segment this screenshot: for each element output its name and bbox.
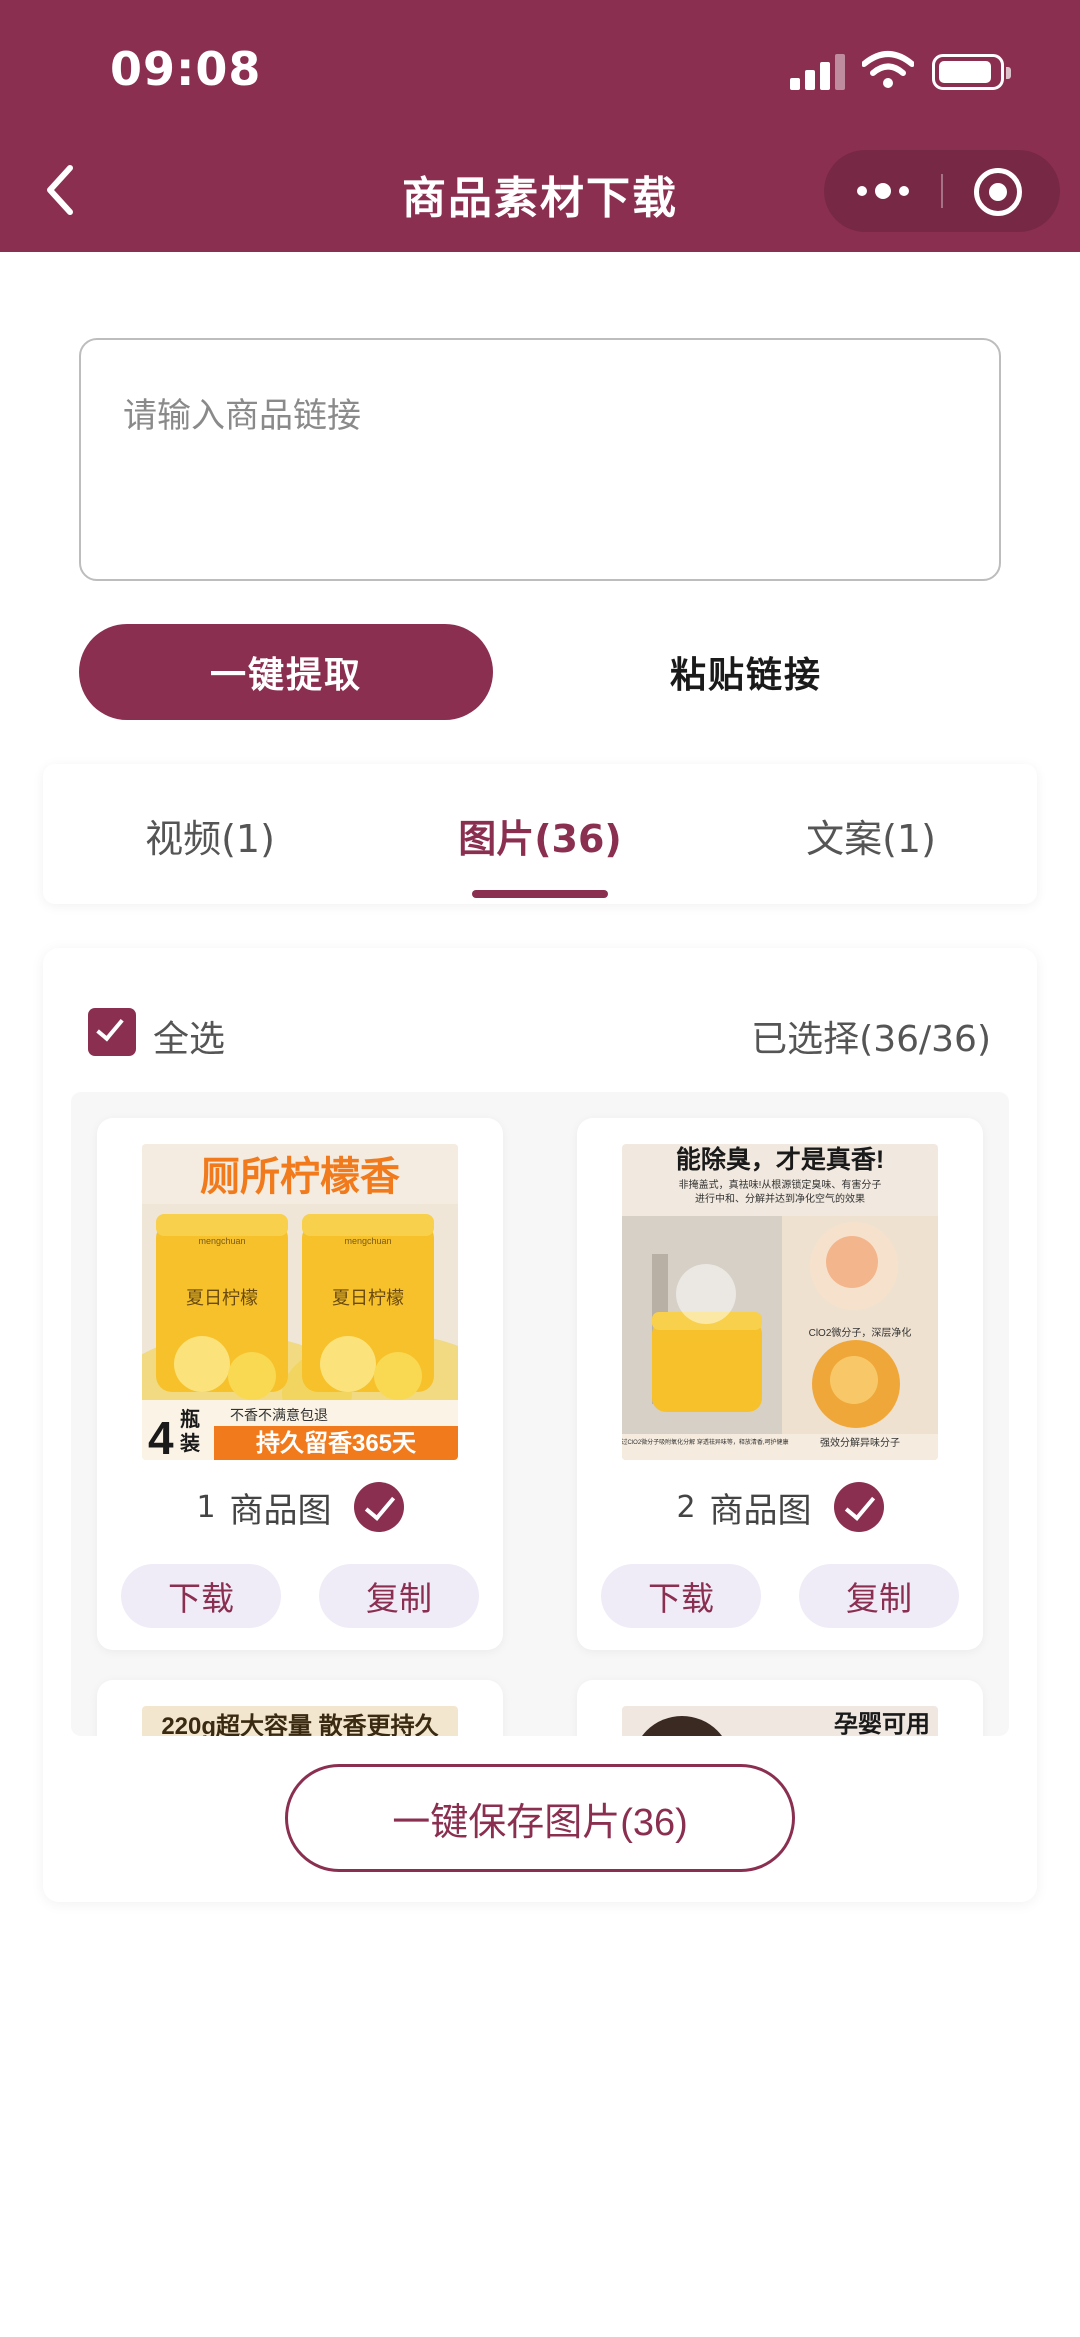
top-bar: 09:08 商品素材下载: [0, 0, 1080, 252]
thumb-pack-count: 4: [148, 1412, 174, 1460]
save-all-images-button[interactable]: 一键保存图片(36): [285, 1764, 795, 1872]
tab-copywriting[interactable]: 文案(1): [721, 808, 1021, 863]
image-card[interactable]: 孕婴可用: [577, 1680, 983, 1736]
thumb-molecule-1: ClO2微分子，深层净化: [809, 1326, 912, 1339]
image-card[interactable]: 220g超大容量 散香更持久: [97, 1680, 503, 1736]
thumb-pack-unit-1: 瓶: [180, 1407, 200, 1431]
capsule-divider: [941, 174, 943, 208]
extract-button[interactable]: 一键提取: [79, 624, 493, 720]
image-type-label: 商品图: [709, 1490, 812, 1531]
thumb-promise: 不香不满意包退: [230, 1407, 328, 1423]
image-grid[interactable]: 厕所柠檬香 mengchuan mengchuan 夏日柠檬 夏日柠檬 4 瓶 …: [71, 1092, 1009, 1736]
lemon-product-image: 厕所柠檬香 mengchuan mengchuan 夏日柠檬 夏日柠檬 4 瓶 …: [142, 1144, 458, 1460]
wifi-icon: [862, 51, 914, 88]
product-link-input[interactable]: [79, 338, 1001, 581]
thumb-subtitle-2: 进行中和、分解并达到净化空气的效果: [695, 1192, 865, 1205]
paste-link-button[interactable]: 粘贴链接: [600, 624, 892, 720]
check-icon: [96, 1012, 124, 1042]
thumb-product-name-2: 夏日柠檬: [332, 1288, 404, 1308]
thumb-headline: 孕婴可用: [834, 1711, 930, 1736]
image-index: 1: [196, 1489, 216, 1525]
selected-count: 已选择(36/36): [751, 1019, 991, 1060]
thumb-brand-2: mengchuan: [344, 1236, 391, 1246]
signal-icon: [790, 54, 846, 90]
thumb-pack-unit-2: 装: [179, 1431, 200, 1455]
capacity-product-image: 220g超大容量 散香更持久: [142, 1706, 458, 1736]
select-all-checkbox[interactable]: [88, 1008, 136, 1056]
thumb-brand: mengchuan: [198, 1236, 245, 1246]
status-time: 09:08: [110, 42, 262, 96]
image-selected-check-icon[interactable]: [833, 1482, 884, 1532]
image-card[interactable]: 能除臭，才是真香! 非掩盖式，真祛味!从根源锁定臭味、有害分子 进行中和、分解并…: [577, 1118, 983, 1650]
download-button[interactable]: 下载: [121, 1564, 281, 1628]
baby-safe-product-image: 孕婴可用: [622, 1706, 938, 1736]
image-caption: 2 商品图: [577, 1482, 983, 1532]
image-selected-check-icon[interactable]: [353, 1482, 404, 1532]
image-panel: 全选 已选择(36/36) 厕所柠檬香 mengchuan mengchuan …: [43, 948, 1037, 1902]
thumb-banner: 持久留香365天: [256, 1430, 416, 1457]
material-tabs: 视频(1) 图片(36) 文案(1): [43, 764, 1037, 904]
copy-button[interactable]: 复制: [319, 1564, 479, 1628]
product-image-thumbnail[interactable]: 孕婴可用: [622, 1706, 938, 1736]
deodorizer-product-image: 能除臭，才是真香! 非掩盖式，真祛味!从根源锁定臭味、有害分子 进行中和、分解并…: [622, 1144, 938, 1460]
thumb-subtitle-1: 非掩盖式，真祛味!从根源锁定臭味、有害分子: [679, 1178, 882, 1191]
thumb-note: 通过ClO2微分子吸附氧化分解 穿透祛异味等，释放清香,呵护健康: [622, 1438, 789, 1446]
image-caption: 1 商品图: [97, 1482, 503, 1532]
download-button[interactable]: 下载: [601, 1564, 761, 1628]
thumb-product-name: 夏日柠檬: [186, 1288, 258, 1308]
mini-program-capsule: [824, 150, 1060, 232]
thumb-headline: 厕所柠檬香: [200, 1155, 400, 1199]
copy-button[interactable]: 复制: [799, 1564, 959, 1628]
thumb-molecule-2: 强效分解异味分子: [820, 1436, 900, 1449]
image-index: 2: [676, 1489, 696, 1525]
image-type-label: 商品图: [229, 1490, 332, 1531]
image-card[interactable]: 厕所柠檬香 mengchuan mengchuan 夏日柠檬 夏日柠檬 4 瓶 …: [97, 1118, 503, 1650]
tab-images[interactable]: 图片(36): [390, 808, 690, 863]
select-all-label[interactable]: 全选: [153, 1010, 225, 1062]
active-tab-indicator: [472, 890, 608, 898]
product-image-thumbnail[interactable]: 厕所柠檬香 mengchuan mengchuan 夏日柠檬 夏日柠檬 4 瓶 …: [142, 1144, 458, 1460]
thumb-headline: 能除臭，才是真香!: [676, 1145, 884, 1174]
thumb-headline: 220g超大容量 散香更持久: [161, 1712, 438, 1736]
product-image-thumbnail[interactable]: 220g超大容量 散香更持久: [142, 1706, 458, 1736]
product-image-thumbnail[interactable]: 能除臭，才是真香! 非掩盖式，真祛味!从根源锁定臭味、有害分子 进行中和、分解并…: [622, 1144, 938, 1460]
close-mini-program-icon[interactable]: [974, 168, 1022, 216]
more-options-icon[interactable]: [824, 150, 942, 232]
tab-video[interactable]: 视频(1): [60, 808, 360, 863]
battery-icon: [932, 54, 1011, 90]
